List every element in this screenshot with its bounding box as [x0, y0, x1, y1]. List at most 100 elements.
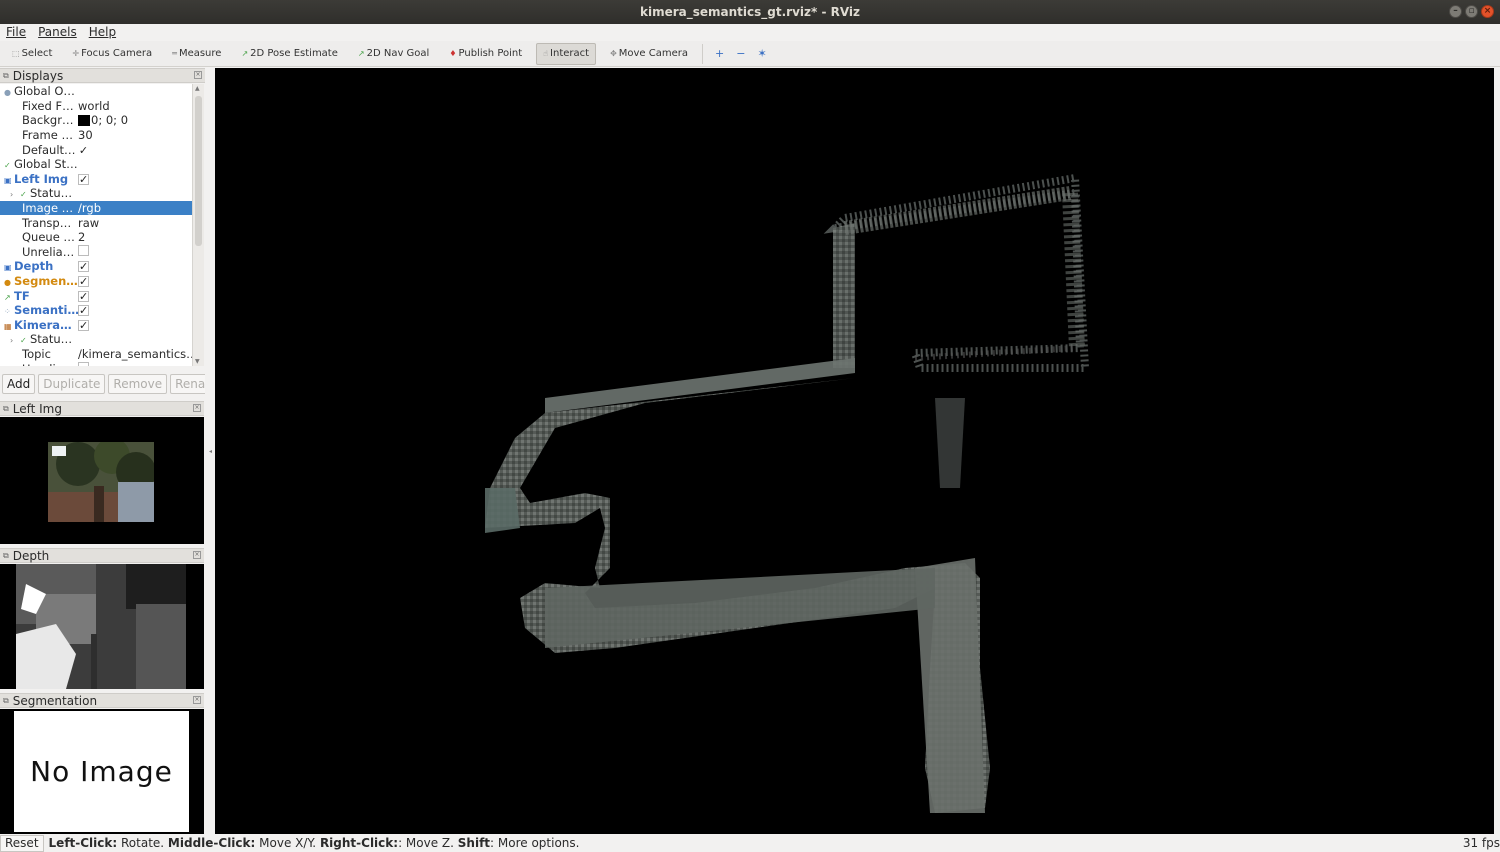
render-viewport[interactable] — [215, 68, 1494, 834]
checkbox-kimera[interactable]: ✓ — [78, 319, 89, 331]
displays-scrollbar[interactable]: ▲ ▼ — [192, 84, 204, 366]
dock-close-icon[interactable]: × — [194, 71, 202, 79]
scrollbar-thumb[interactable] — [195, 96, 202, 246]
checkbox-unreliable[interactable] — [78, 244, 89, 256]
menu-file[interactable]: File — [4, 24, 28, 41]
window-controls: – ▫ × — [1449, 5, 1494, 18]
tree-row-semantic-mesh[interactable]: ⁘ Semanti… ✓ — [0, 303, 192, 318]
menu-bar: File Panels Help — [0, 24, 1500, 41]
globe-icon: ● — [4, 88, 11, 98]
tool-bar: ⬚ Select ✛ Focus Camera ═ Measure ↗ 2D Pose … — [0, 41, 1500, 67]
dock-close-icon[interactable]: × — [193, 404, 201, 412]
tree-row-kimera-unreliable[interactable]: Unrelia… — [0, 361, 192, 366]
expand-arrow-icon[interactable]: › — [10, 190, 18, 199]
plus-icon: + — [715, 47, 725, 60]
tree-row-unreliable[interactable]: Unrelia… — [0, 244, 192, 260]
hand-icon: ☝ — [543, 49, 549, 58]
green-arrow-icon: ↗ — [241, 49, 249, 58]
pointcloud-icon: ⁘ — [4, 307, 11, 317]
tree-row-kimera-status[interactable]: › ✓ Statu… — [0, 332, 192, 347]
tree-row-background-color[interactable]: Backgr… 0; 0; 0 — [0, 113, 192, 128]
select-tool-button[interactable]: ⬚ Select — [6, 43, 58, 65]
dock-float-icon[interactable]: ⧉ — [3, 551, 9, 561]
checkbox-kimera-unreliable[interactable] — [78, 361, 89, 366]
status-hint: Left-Click: Rotate. Middle-Click: Move X… — [48, 836, 580, 850]
remove-tool-button[interactable]: − — [732, 43, 749, 65]
tree-row-segmentation[interactable]: ● Segmen… ✓ — [0, 274, 192, 289]
depth-panel-header: ⧉ Depth × — [0, 548, 204, 563]
move-camera-button[interactable]: ✥ Move Camera — [604, 43, 694, 65]
tool-properties-button[interactable]: ✶ — [753, 43, 770, 65]
interact-button[interactable]: ☝ Interact — [536, 42, 597, 65]
dock-float-icon[interactable]: ⧉ — [3, 404, 9, 414]
tree-row-kimera[interactable]: ▦ Kimera… ✓ — [0, 318, 192, 333]
scroll-down-icon[interactable]: ▼ — [195, 358, 200, 365]
toolbar-separator — [702, 43, 704, 64]
warning-icon: ● — [4, 278, 11, 288]
segmentation-view: No Image — [0, 709, 204, 834]
tree-row-left-img[interactable]: ▣ Left Img ✓ — [0, 172, 192, 187]
tree-row-global-status[interactable]: ✓ Global St… — [0, 157, 192, 172]
publish-point-button[interactable]: ♦ Publish Point — [443, 43, 528, 65]
displays-panel-header: ⧉ Displays × — [0, 68, 205, 83]
maximize-icon[interactable]: ▫ — [1465, 5, 1478, 18]
add-tool-button[interactable]: + — [711, 43, 728, 65]
checkbox-default-light[interactable]: ✓ — [78, 145, 89, 157]
status-ok-icon: ✓ — [4, 161, 11, 171]
status-ok-icon: ✓ — [20, 336, 27, 346]
menu-help[interactable]: Help — [87, 24, 118, 41]
dock-float-icon[interactable]: ⧉ — [3, 696, 9, 706]
segmentation-panel-header: ⧉ Segmentation × — [0, 693, 204, 708]
minimize-icon[interactable]: – — [1449, 5, 1462, 18]
measure-button[interactable]: ═ Measure — [166, 43, 227, 65]
checkbox-segmentation[interactable]: ✓ — [78, 276, 89, 288]
menu-panels[interactable]: Panels — [36, 24, 79, 41]
fps-counter: 31 fps — [1462, 836, 1500, 850]
scroll-up-icon[interactable]: ▲ — [195, 85, 200, 92]
left-dock: ⧉ Displays × ● Global O… Fixed F… world Ba… — [0, 68, 230, 834]
duplicate-display-button[interactable]: Duplicate — [38, 374, 106, 394]
tree-row-depth[interactable]: ▣ Depth ✓ — [0, 259, 192, 274]
checkbox-depth[interactable]: ✓ — [78, 261, 89, 273]
focus-camera-button[interactable]: ✛ Focus Camera — [66, 43, 158, 65]
add-display-button[interactable]: Add — [2, 374, 36, 394]
dock-float-icon[interactable]: ⧉ — [3, 71, 9, 81]
dock-splitter[interactable]: ◂ — [205, 68, 215, 834]
depth-image — [16, 564, 186, 689]
checkbox-left-img[interactable]: ✓ — [78, 173, 89, 185]
reset-button[interactable]: Reset — [0, 834, 44, 852]
close-icon[interactable]: × — [1481, 5, 1494, 18]
tree-row-kimera-topic[interactable]: Topic/kimera_semantics… — [0, 347, 192, 362]
tree-row-global-options[interactable]: ● Global O… — [0, 84, 192, 99]
tree-row-frame-rate[interactable]: Frame … 30 — [0, 128, 192, 143]
checkbox-semantic[interactable]: ✓ — [78, 305, 89, 317]
dock-close-icon[interactable]: × — [193, 551, 201, 559]
no-image-label: No Image — [14, 711, 189, 832]
right-dock-edge — [1494, 68, 1500, 834]
nav-goal-button[interactable]: ↗ 2D Nav Goal — [352, 43, 435, 65]
expand-arrow-icon[interactable]: › — [10, 336, 18, 345]
tree-row-fixed-frame[interactable]: Fixed F… world — [0, 99, 192, 114]
move-icon: ✥ — [610, 49, 617, 58]
window-title: kimera_semantics_gt.rviz* - RViz — [639, 5, 861, 19]
image-display-icon: ▣ — [4, 175, 12, 185]
left-camera-image — [48, 442, 154, 522]
tree-row-queue-size[interactable]: Queue … 2 — [0, 230, 192, 245]
pose-estimate-button[interactable]: ↗ 2D Pose Estimate — [235, 43, 343, 65]
tree-row-image-topic[interactable]: Image …/rgb — [0, 200, 192, 216]
checkbox-tf[interactable]: ✓ — [78, 290, 89, 302]
tree-row-transport-hint[interactable]: Transp… raw — [0, 215, 192, 230]
settings-icon: ✶ — [757, 47, 767, 60]
displays-buttons: Add Duplicate Remove Rename — [0, 374, 230, 396]
tree-row-default-light[interactable]: Default… ✓ — [0, 142, 192, 157]
dock-close-icon[interactable]: × — [193, 696, 201, 704]
displays-tree: ● Global O… Fixed F… world Backgr… 0; 0; 0 … — [0, 84, 192, 366]
left-img-panel-header: ⧉ Left Img × — [0, 401, 204, 416]
status-ok-icon: ✓ — [20, 190, 27, 200]
remove-display-button[interactable]: Remove — [108, 374, 168, 394]
color-swatch[interactable] — [78, 115, 90, 127]
tree-row-tf[interactable]: ↗ TF ✓ — [0, 288, 192, 303]
tree-row-left-img-status[interactable]: › ✓ Statu… — [0, 186, 192, 201]
marker-icon: ▦ — [4, 321, 12, 331]
window-titlebar: kimera_semantics_gt.rviz* - RViz – ▫ × — [0, 0, 1500, 24]
